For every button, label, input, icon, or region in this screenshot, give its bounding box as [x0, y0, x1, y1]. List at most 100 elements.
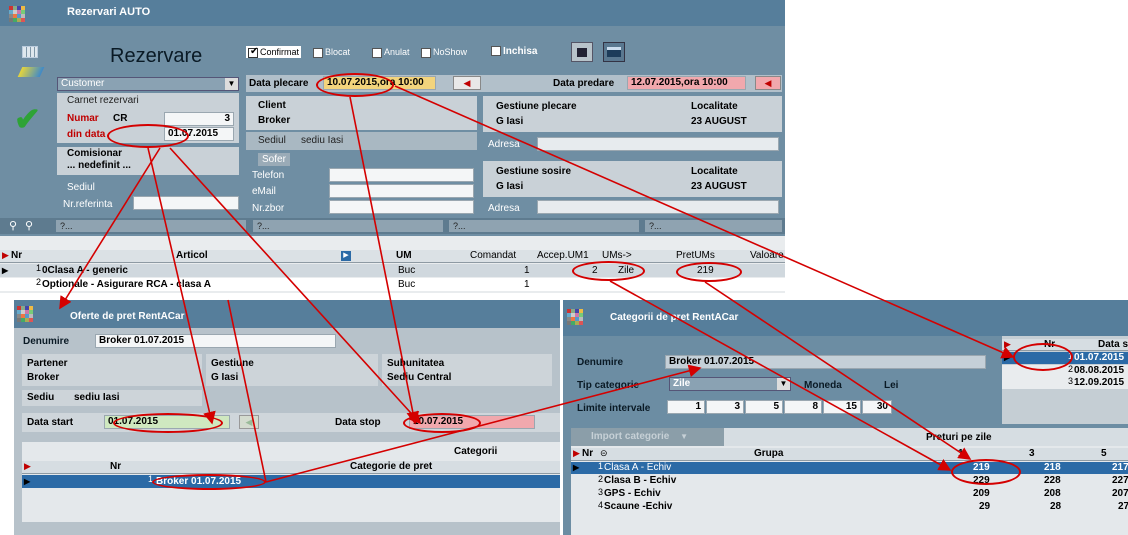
anulat-label: Anulat [384, 47, 410, 57]
moneda-label: Moneda [804, 380, 842, 391]
printer-icon[interactable] [603, 42, 625, 62]
data-plecare-back-icon[interactable]: ◀ [453, 76, 481, 90]
data-stop-label: Data stop [335, 417, 381, 428]
table-row[interactable]: ▶ 1 Broker 01.07.2015 [22, 474, 560, 488]
data-predare-field[interactable]: 12.07.2015,ora 10:00 [627, 76, 746, 90]
table-row[interactable]: ▶ 1 0Clasa A - generic Buc 1 2 Zile 219 [0, 263, 785, 277]
table-row[interactable]: 2 Optionale - Asigurare RCA - clasa A Bu… [0, 277, 785, 291]
cat-denumire-field[interactable]: Broker 01.07.2015 [665, 355, 986, 369]
col-accep[interactable]: Accep.UM1 [537, 250, 589, 261]
filter-input-3[interactable]: ?... [449, 220, 639, 232]
import-categorie-button[interactable]: Import categorie ▼ [571, 428, 724, 446]
table-row[interactable]: 4 Scaune -Echiv 29 28 27 [571, 500, 1128, 513]
limite-field-3[interactable]: 3 [706, 400, 744, 414]
folder-icon[interactable] [17, 67, 45, 77]
categorii-col-nr[interactable]: Nr [110, 461, 121, 472]
limite-field-30[interactable]: 30 [862, 400, 892, 414]
col-expand-icon[interactable]: ▶ [341, 251, 351, 261]
search-icon[interactable]: ⚲ [9, 219, 17, 232]
blocat-checkbox[interactable]: Blocat [313, 46, 350, 58]
nrzbor-field[interactable] [329, 200, 474, 214]
nr-referinta-field[interactable] [133, 196, 239, 210]
inchisa-checkbox[interactable]: Inchisa [491, 46, 537, 58]
gestiune-sosire-panel: Gestiune sosire G Iasi Localitate 23 AUG… [483, 161, 782, 197]
client-value: Broker [258, 115, 291, 126]
oferte-denumire-field[interactable]: Broker 01.07.2015 [95, 334, 336, 348]
side-row-data: 01.07.2015 [1074, 352, 1125, 363]
tip-categorie-value: Zile [673, 378, 691, 389]
preturi-col-1[interactable]: 1 [958, 448, 964, 459]
confirmat-checkbox[interactable]: ✔ Confirmat [246, 46, 302, 58]
filter-row: ⚲ ⚲ ?... ?... ?... ?... [0, 218, 785, 234]
categorii-logo-icon [567, 309, 583, 325]
side-row-data: 08.08.2015 [1074, 365, 1125, 376]
oferte-logo-icon [17, 306, 33, 322]
limite-field-1[interactable]: 1 [667, 400, 705, 414]
side-row-nr: 2 [1068, 364, 1074, 374]
status-checkboxes: ✔ Confirmat Blocat Anulat NoShow Inchisa [246, 44, 546, 60]
comisionar-panel: Comisionar ... nedefinit ... [57, 147, 239, 175]
row-grupa: Clasa A - Echiv [604, 462, 672, 473]
noshow-checkbox[interactable]: NoShow [421, 46, 467, 58]
chevron-down-icon[interactable]: ▼ [777, 378, 790, 390]
preturi-col-nr[interactable]: Nr [582, 448, 593, 459]
adresa1-field[interactable] [537, 137, 779, 151]
col-pret[interactable]: PretUMs [676, 250, 715, 261]
preturi-col-3[interactable]: 3 [1029, 448, 1035, 459]
filter-input-2[interactable]: ?... [253, 220, 443, 232]
limite-field-5[interactable]: 5 [745, 400, 783, 414]
row-nr: 4 [598, 500, 604, 510]
oferte-subunitate-panel: Subunitatea Sediu Central [382, 354, 552, 386]
email-label: eMail [252, 186, 276, 197]
row-v5: 27 [1118, 501, 1128, 512]
main-window: Rezervari AUTO Rezervare ✔ Confirmat Bloc… [0, 0, 785, 293]
anulat-checkbox[interactable]: Anulat [372, 46, 410, 58]
data-predare-back-icon[interactable]: ◀ [755, 76, 781, 90]
table-row[interactable]: ▶ 1 Clasa A - Echiv 219 218 217 [571, 461, 1128, 474]
ok-checkmark-icon[interactable]: ✔ [14, 100, 41, 138]
categorii-title-bar: Categorii de pret RentACar [563, 300, 1128, 336]
categorii-col-categorie[interactable]: Categorie de pret [350, 461, 432, 472]
numar-field[interactable]: 3 [164, 112, 234, 126]
preturi-header: ▶ Nr ⊝ Grupa 1 3 5 [571, 448, 1128, 461]
col-nr[interactable]: Nr [11, 250, 22, 261]
customer-select[interactable]: Customer ▼ [57, 77, 239, 91]
comisionar-label: Comisionar [67, 148, 123, 159]
list-item[interactable]: 3 12.09.2015 [1002, 376, 1128, 389]
row-comandat: 1 [524, 265, 530, 276]
tip-categorie-select[interactable]: Zile ▼ [669, 377, 791, 391]
table-row[interactable]: 3 GPS - Echiv 209 208 207 [571, 487, 1128, 500]
table-row[interactable]: 2 Clasa B - Echiv 229 228 227 [571, 474, 1128, 487]
noshow-label: NoShow [433, 47, 468, 57]
email-field[interactable] [329, 184, 474, 198]
adresa2-field[interactable] [537, 200, 779, 214]
side-col-data[interactable]: Data s [1098, 339, 1128, 350]
col-comandat[interactable]: Comandat [470, 250, 516, 261]
preturi-col-5[interactable]: 5 [1101, 448, 1107, 459]
report-icon[interactable] [571, 42, 593, 62]
row-grupa: GPS - Echiv [604, 488, 661, 499]
limite-field-15[interactable]: 15 [823, 400, 861, 414]
data-start-back-icon[interactable]: ◀ [239, 415, 259, 429]
col-um[interactable]: UM [396, 250, 412, 261]
sofer-label: Sofer [258, 153, 290, 166]
categorii-label: Categorii [454, 446, 498, 457]
grid-toolbar-icon[interactable] [22, 46, 38, 58]
filter-input-1[interactable]: ?... [56, 220, 246, 232]
col-valoare[interactable]: Valoare [750, 250, 784, 261]
row-v5: 217 [1112, 462, 1128, 473]
filter-input-4[interactable]: ?... [645, 220, 782, 232]
preturi-col-grupa[interactable]: Grupa [754, 448, 783, 459]
highlight-pret [676, 262, 742, 282]
chevron-down-icon[interactable]: ▼ [225, 78, 238, 90]
highlight-data-start [113, 413, 223, 433]
sort-icon[interactable]: ⊝ [600, 448, 608, 459]
row-nr: 2 [36, 277, 42, 287]
highlight-ums-zile [572, 261, 645, 281]
col-ums[interactable]: UMs-> [602, 250, 632, 261]
col-articol[interactable]: Articol [176, 250, 208, 261]
limite-field-8[interactable]: 8 [784, 400, 822, 414]
client-sediul-label: Sediul [258, 135, 286, 146]
telefon-field[interactable] [329, 168, 474, 182]
search-plus-icon[interactable]: ⚲ [25, 219, 33, 232]
